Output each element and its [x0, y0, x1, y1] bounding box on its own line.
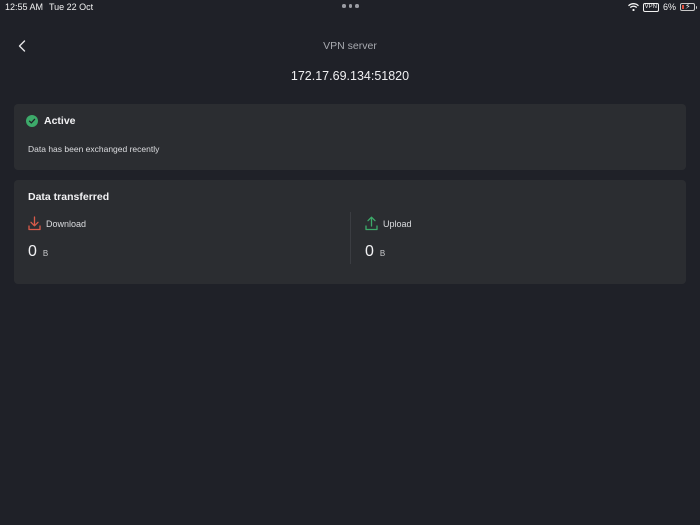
status-indicators: VPN 6% ⚡	[627, 2, 697, 12]
upload-unit: B	[379, 249, 386, 258]
upload-label: Upload	[383, 218, 412, 229]
battery-icon: ⚡	[680, 2, 697, 11]
server-address: 172.17.69.134:51820	[290, 69, 410, 83]
download-label: Download	[46, 218, 87, 229]
page-title: VPN server	[323, 40, 377, 52]
status-date: Tue 22 Oct	[49, 2, 94, 12]
status-bar: 12:55 AM Tue 22 Oct VPN 6% ⚡	[0, 0, 700, 16]
status-row: Active	[26, 115, 76, 127]
data-transferred-title: Data transferred	[28, 191, 110, 203]
multitasking-dots[interactable]	[342, 4, 359, 8]
download-unit: B	[42, 249, 49, 258]
download-icon	[28, 216, 41, 231]
status-time: 12:55 AM	[5, 2, 44, 12]
upload-icon	[365, 216, 378, 231]
nav-bar: VPN server	[0, 30, 700, 60]
check-circle-icon	[26, 115, 38, 127]
status-card: Active Data has been exchanged recently	[14, 104, 686, 170]
wifi-icon	[627, 3, 639, 11]
battery-percent: 6%	[662, 2, 676, 12]
download-stat: Download 0 B	[28, 216, 86, 261]
data-transferred-card: Data transferred Download 0 B Upload 0 B	[14, 180, 686, 284]
download-value: 0	[28, 243, 37, 260]
upload-stat: Upload 0 B	[365, 216, 412, 261]
vpn-badge: VPN	[642, 2, 659, 12]
upload-value: 0	[365, 243, 374, 260]
status-label: Active	[44, 115, 76, 127]
status-description: Data has been exchanged recently	[28, 144, 160, 154]
column-divider	[350, 212, 351, 264]
